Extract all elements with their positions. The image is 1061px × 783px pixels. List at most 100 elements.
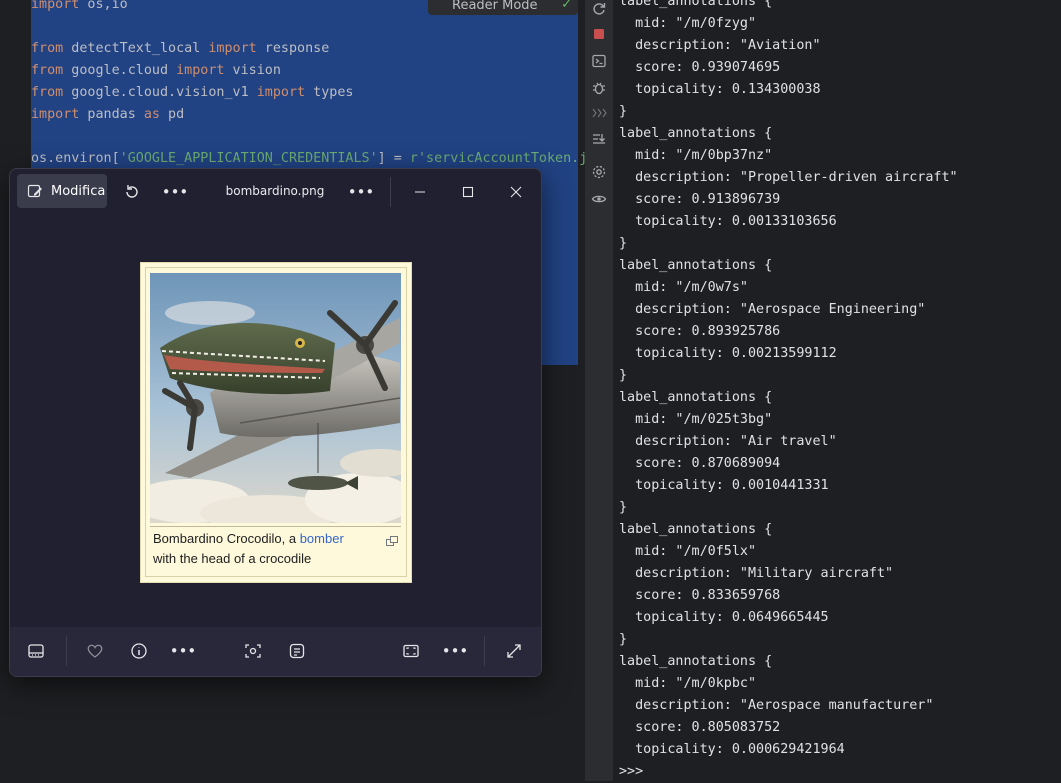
console-line: score: 0.870689094	[619, 456, 781, 471]
code-text: google.cloud.vision_v1	[63, 85, 257, 100]
console-line: }	[619, 104, 628, 119]
settings-icon[interactable]	[591, 164, 607, 180]
console-line: label_annotations {	[619, 654, 773, 669]
code-line[interactable]: from detectText_local import response	[31, 38, 587, 60]
console-line: topicality: 0.134300038	[619, 82, 821, 97]
rerun-icon[interactable]	[591, 1, 607, 17]
code-text: detectText_local	[63, 41, 209, 56]
filmstrip-icon[interactable]	[26, 641, 46, 661]
code-text: pandas	[79, 107, 144, 122]
more-options-icon[interactable]: •••	[162, 182, 189, 202]
title-separator	[390, 177, 391, 207]
console-line: topicality: 0.00213599112	[619, 346, 837, 361]
console-line: label_annotations {	[619, 0, 773, 9]
code-keyword: from	[31, 41, 64, 56]
check-icon: ✓	[561, 0, 572, 12]
viewer-title-bar[interactable]: Modifica ••• bombardino.png •••	[10, 169, 541, 215]
photo-viewer-window[interactable]: Modifica ••• bombardino.png ••• Bombardi…	[9, 168, 542, 677]
code-text: vision	[224, 63, 281, 78]
wiki-image-card: Bombardino Crocodilo, a bomber with the h…	[140, 262, 412, 583]
caption-text-cont: with the head of a crocodile	[153, 551, 312, 566]
console-line: description: "Air travel"	[619, 434, 837, 449]
more-actions-icon[interactable]: •••	[170, 641, 197, 661]
view-options-icon[interactable]: •••	[442, 641, 469, 661]
edit-image-icon	[27, 184, 42, 198]
toolbar-separator-left	[66, 636, 67, 666]
scroll-to-end-icon[interactable]	[591, 131, 607, 147]
edit-button-label: Modifica	[51, 183, 106, 199]
text-scan-icon[interactable]	[287, 641, 307, 661]
rotate-icon[interactable]	[122, 182, 142, 202]
console-line: mid: "/m/025t3bg"	[619, 412, 773, 427]
reader-mode-label: Reader Mode	[452, 0, 538, 13]
console-line: mid: "/m/0kpbc"	[619, 676, 757, 691]
console-icon[interactable]	[591, 53, 607, 69]
console-line: score: 0.805083752	[619, 720, 781, 735]
console-line: label_annotations {	[619, 390, 773, 405]
visual-search-icon[interactable]	[243, 641, 263, 661]
code-line[interactable]	[31, 126, 587, 148]
console-line: score: 0.833659768	[619, 588, 781, 603]
code-text: os,io	[79, 0, 128, 12]
code-line[interactable]: os.environ['GOOGLE_APPLICATION_CREDENTIA…	[31, 148, 587, 170]
fullscreen-icon[interactable]	[504, 641, 524, 661]
code-text: response	[256, 41, 330, 56]
console-line: mid: "/m/0fzyg"	[619, 16, 757, 31]
toolbar-separator-right	[484, 636, 485, 666]
stop-icon[interactable]	[591, 26, 607, 42]
console-line: }	[619, 632, 628, 647]
debug-icon[interactable]	[591, 80, 607, 96]
console-lines: label_annotations { mid: "/m/0fzyg" desc…	[619, 0, 958, 783]
wiki-image-frame: Bombardino Crocodilo, a bomber with the h…	[145, 267, 407, 577]
heart-icon[interactable]	[85, 641, 105, 661]
console-line: }	[619, 236, 628, 251]
console-line: mid: "/m/0f5lx"	[619, 544, 757, 559]
code-line[interactable]: from google.cloud import vision	[31, 60, 587, 82]
console-line: topicality: 0.0649665445	[619, 610, 829, 625]
console-line: description: "Aerospace Engineering"	[619, 302, 926, 317]
image-canvas[interactable]: Bombardino Crocodilo, a bomber with the h…	[10, 215, 541, 627]
code-line[interactable]: from google.cloud.vision_v1 import types	[31, 82, 587, 104]
code-keyword: import	[31, 0, 80, 12]
console-line: description: "Propeller-driven aircraft"	[619, 170, 958, 185]
code-text: ] =	[377, 151, 410, 166]
caption-text: Bombardino Crocodilo, a	[153, 531, 300, 546]
edit-button[interactable]: Modifica	[17, 174, 107, 208]
code-keyword: from	[31, 85, 64, 100]
console-line: description: "Aviation"	[619, 38, 821, 53]
image-caption: Bombardino Crocodilo, a bomber with the h…	[153, 529, 383, 569]
code-lines[interactable]: import os,io from detectText_local impor…	[31, 0, 587, 170]
console-line: topicality: 0.00133103656	[619, 214, 837, 229]
code-string: r'servicAccountToken.j	[409, 151, 588, 166]
code-text: types	[305, 85, 354, 100]
caption-link-bomber[interactable]: bomber	[300, 531, 344, 546]
fit-to-window-icon[interactable]	[401, 641, 421, 661]
console-output[interactable]: label_annotations { mid: "/m/0fzyg" desc…	[613, 0, 1061, 781]
console-toolstrip	[585, 0, 613, 781]
info-icon[interactable]	[129, 641, 149, 661]
code-line[interactable]	[31, 16, 587, 38]
file-menu-icon[interactable]: •••	[348, 182, 375, 202]
view-icon[interactable]	[591, 191, 607, 207]
code-keyword: import	[31, 107, 80, 122]
code-keyword: from	[31, 63, 64, 78]
code-keyword: as	[143, 107, 160, 122]
minimize-icon[interactable]	[410, 182, 430, 202]
console-line: }	[619, 500, 628, 515]
code-string: 'GOOGLE_APPLICATION_CREDENTIALS'	[119, 151, 378, 166]
more-tools-icon[interactable]	[591, 105, 607, 121]
code-keyword: import	[256, 85, 306, 100]
console-line: topicality: 0.0010441331	[619, 478, 829, 493]
code-text: pd	[160, 107, 185, 122]
reader-mode-toggle[interactable]: Reader Mode ✓	[428, 0, 578, 15]
viewer-bottom-toolbar: ••• •••	[10, 627, 541, 676]
close-icon[interactable]	[506, 182, 526, 202]
console-line: score: 0.893925786	[619, 324, 781, 339]
viewer-filename: bombardino.png	[225, 184, 325, 198]
maximize-icon[interactable]	[458, 182, 478, 202]
bombardino-crocodilo-illustration	[150, 273, 401, 523]
enlarge-icon[interactable]	[386, 531, 398, 546]
code-keyword: import	[208, 41, 257, 56]
console-line: label_annotations {	[619, 258, 773, 273]
code-line[interactable]: import pandas as pd	[31, 104, 587, 126]
